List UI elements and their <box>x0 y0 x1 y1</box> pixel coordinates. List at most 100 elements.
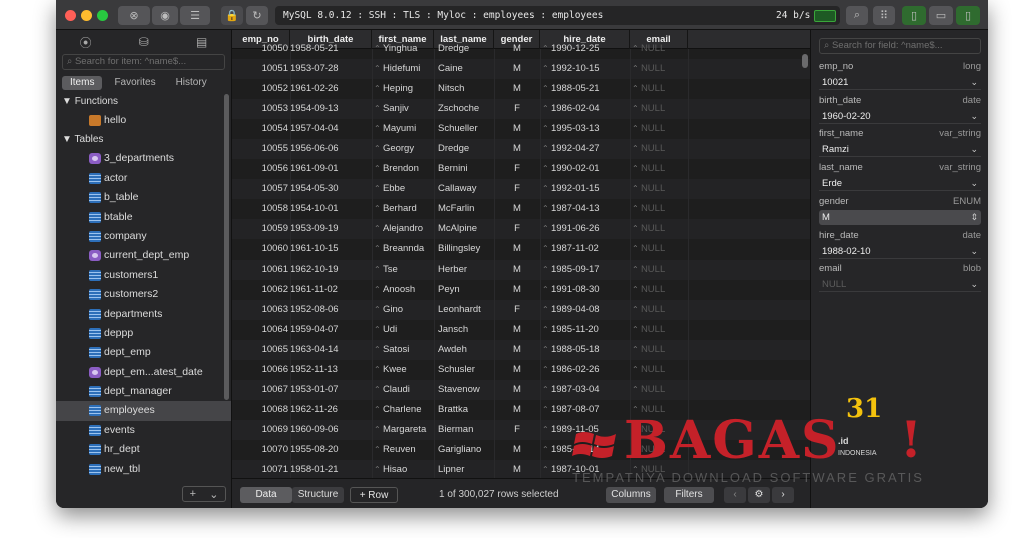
sidebar-item-table[interactable]: current_dept_emp <box>56 246 231 265</box>
cell-emp-no[interactable]: 10070 <box>236 440 288 460</box>
cell-hire-date[interactable]: ⌃ 1987-11-02 <box>542 239 630 259</box>
cell-gender[interactable]: M <box>494 460 540 478</box>
grid-scrollbar[interactable] <box>802 54 808 68</box>
cell-first-name[interactable]: ⌃ Satosi <box>374 340 434 360</box>
cell-first-name[interactable]: ⌃ Heping <box>374 79 434 99</box>
cell-first-name[interactable]: ⌃ Breannda <box>374 239 434 259</box>
field-value-input[interactable]: 1988-02-10 ⌄ <box>819 244 981 259</box>
cell-last-name[interactable]: Brattka <box>438 400 494 420</box>
reload-icon[interactable]: ↻ <box>246 6 268 25</box>
cell-first-name[interactable]: ⌃ Yinghua <box>374 39 434 59</box>
zoom-window-button[interactable] <box>97 10 108 21</box>
cell-emp-no[interactable]: 10064 <box>236 320 288 340</box>
cell-hire-date[interactable]: ⌃ 1990-02-01 <box>542 159 630 179</box>
cell-emp-no[interactable]: 10065 <box>236 340 288 360</box>
tab-history[interactable]: History <box>168 76 215 90</box>
cell-last-name[interactable]: Billingsley <box>438 239 494 259</box>
table-row[interactable]: 10064 1959-04-07 ⌃ Udi Jansch M ⌃ 1985-11-20 ⌃… <box>232 320 810 340</box>
cell-last-name[interactable]: Jansch <box>438 320 494 340</box>
database-icon[interactable]: ⛁ <box>139 35 149 49</box>
cell-email[interactable]: ⌃ NULL <box>632 360 688 380</box>
cell-email[interactable]: ⌃ NULL <box>632 219 688 239</box>
lock-icon[interactable]: 🔒 <box>221 6 243 25</box>
cell-hire-date[interactable]: ⌃ 1985-11-20 <box>542 320 630 340</box>
search-icon[interactable]: ⌕ <box>846 6 868 25</box>
cell-last-name[interactable]: Bierman <box>438 420 494 440</box>
table-row[interactable]: 10051 1953-07-28 ⌃ Hidefumi Caine M ⌃ 1992-10… <box>232 59 810 79</box>
field-value-input[interactable]: NULL ⌄ <box>819 277 981 293</box>
cell-birth-date[interactable]: 1961-09-01 <box>290 159 370 179</box>
table-row[interactable]: 10053 1954-09-13 ⌃ Sanjiv Zschoche F ⌃ 1986-0… <box>232 99 810 120</box>
cell-email[interactable]: ⌃ NULL <box>632 460 688 478</box>
cell-emp-no[interactable]: 10056 <box>236 159 288 179</box>
cell-hire-date[interactable]: ⌃ 1991-06-26 <box>542 219 630 239</box>
cell-first-name[interactable]: ⌃ Hidefumi <box>374 59 434 79</box>
cell-first-name[interactable]: ⌃ Georgy <box>374 139 434 159</box>
cell-first-name[interactable]: ⌃ Ebbe <box>374 179 434 199</box>
cell-first-name[interactable]: ⌃ Sanjiv <box>374 99 434 119</box>
cell-gender[interactable]: F <box>494 219 540 239</box>
cell-email[interactable]: ⌃ NULL <box>632 420 688 440</box>
grid-menu-icon[interactable]: ⠿ <box>873 6 895 25</box>
sidebar-item-table[interactable]: customers2 <box>56 285 231 304</box>
cell-first-name[interactable]: ⌃ Claudi <box>374 380 434 400</box>
chevron-down-icon[interactable]: ⌄ <box>970 75 978 90</box>
cell-last-name[interactable]: Stavenow <box>438 380 494 400</box>
cell-hire-date[interactable]: ⌃ 1987-03-04 <box>542 380 630 400</box>
cell-last-name[interactable]: Nitsch <box>438 79 494 99</box>
sidebar-item-table[interactable]: events <box>56 421 231 440</box>
field-value-input[interactable]: 1960-02-20 ⌄ <box>819 109 981 124</box>
field-value-input[interactable]: Ramzi ⌄ <box>819 142 981 158</box>
cell-gender[interactable]: M <box>494 380 540 400</box>
next-page-icon[interactable]: › <box>772 487 794 503</box>
table-row[interactable]: 10059 1953-09-19 ⌃ Alejandro McAlpine F ⌃ 199… <box>232 219 810 240</box>
table-row[interactable]: 10069 1960-09-06 ⌃ Margareta Bierman F ⌃ 1989… <box>232 419 810 440</box>
cell-emp-no[interactable]: 10071 <box>236 460 288 478</box>
cell-emp-no[interactable]: 10051 <box>236 59 288 79</box>
cell-birth-date[interactable]: 1960-09-06 <box>290 420 370 440</box>
sidebar-item-table[interactable]: customers1 <box>56 266 231 285</box>
cell-first-name[interactable]: ⌃ Kwee <box>374 360 434 380</box>
cell-hire-date[interactable]: ⌃ 1988-05-18 <box>542 340 630 360</box>
cell-email[interactable]: ⌃ NULL <box>632 119 688 139</box>
table-row[interactable]: 10057 1954-05-30 ⌃ Ebbe Callaway F ⌃ 1992-01-… <box>232 179 810 200</box>
table-row[interactable]: 10055 1956-06-06 ⌃ Georgy Dredge M ⌃ 1992-04-… <box>232 139 810 160</box>
table-row[interactable]: 10070 1955-08-20 ⌃ Reuven Garigliano M ⌃ 1985… <box>232 440 810 460</box>
cell-hire-date[interactable]: ⌃ 1986-02-04 <box>542 99 630 119</box>
plus-icon[interactable]: + <box>190 488 196 500</box>
cell-birth-date[interactable]: 1962-11-26 <box>290 400 370 420</box>
chevron-down-icon[interactable]: ⌄ <box>970 142 978 157</box>
minimize-window-button[interactable] <box>81 10 92 21</box>
cell-emp-no[interactable]: 10050 <box>236 39 288 59</box>
cell-email[interactable]: ⌃ NULL <box>632 179 688 199</box>
cell-last-name[interactable]: Callaway <box>438 179 494 199</box>
cell-gender[interactable]: M <box>494 139 540 159</box>
cell-last-name[interactable]: McFarlin <box>438 199 494 219</box>
cell-gender[interactable]: F <box>494 300 540 320</box>
cell-emp-no[interactable]: 10053 <box>236 99 288 119</box>
cell-gender[interactable]: M <box>494 199 540 219</box>
cell-birth-date[interactable]: 1959-04-07 <box>290 320 370 340</box>
cell-emp-no[interactable]: 10068 <box>236 400 288 420</box>
cell-emp-no[interactable]: 10052 <box>236 79 288 99</box>
cell-email[interactable]: ⌃ NULL <box>632 440 688 460</box>
cell-last-name[interactable]: Bernini <box>438 159 494 179</box>
updown-chevron-icon[interactable]: ⇕ <box>970 210 978 225</box>
cell-emp-no[interactable]: 10057 <box>236 179 288 199</box>
cell-birth-date[interactable]: 1954-09-13 <box>290 99 370 119</box>
cell-last-name[interactable]: Herber <box>438 260 494 280</box>
stop-icon[interactable]: ⊗ <box>118 6 150 25</box>
toggle-right-panel-icon[interactable]: ▯ <box>956 6 980 25</box>
field-value-input[interactable]: M ⇕ <box>819 209 981 225</box>
chevron-down-icon[interactable]: ⌄ <box>970 109 978 124</box>
sidebar-item-table[interactable]: dept_manager <box>56 382 231 401</box>
cell-birth-date[interactable]: 1952-11-13 <box>290 360 370 380</box>
cell-email[interactable]: ⌃ NULL <box>632 239 688 259</box>
cell-hire-date[interactable]: ⌃ 1985-10-14 <box>542 440 630 460</box>
sidebar-scrollbar[interactable] <box>224 94 229 400</box>
tab-items[interactable]: Items <box>62 76 103 90</box>
cell-first-name[interactable]: ⌃ Berhard <box>374 199 434 219</box>
cell-gender[interactable]: M <box>494 59 540 79</box>
tab-structure[interactable]: Structure <box>292 487 344 503</box>
table-row[interactable]: 10060 1961-10-15 ⌃ Breannda Billingsley M ⌃ 1… <box>232 239 810 259</box>
